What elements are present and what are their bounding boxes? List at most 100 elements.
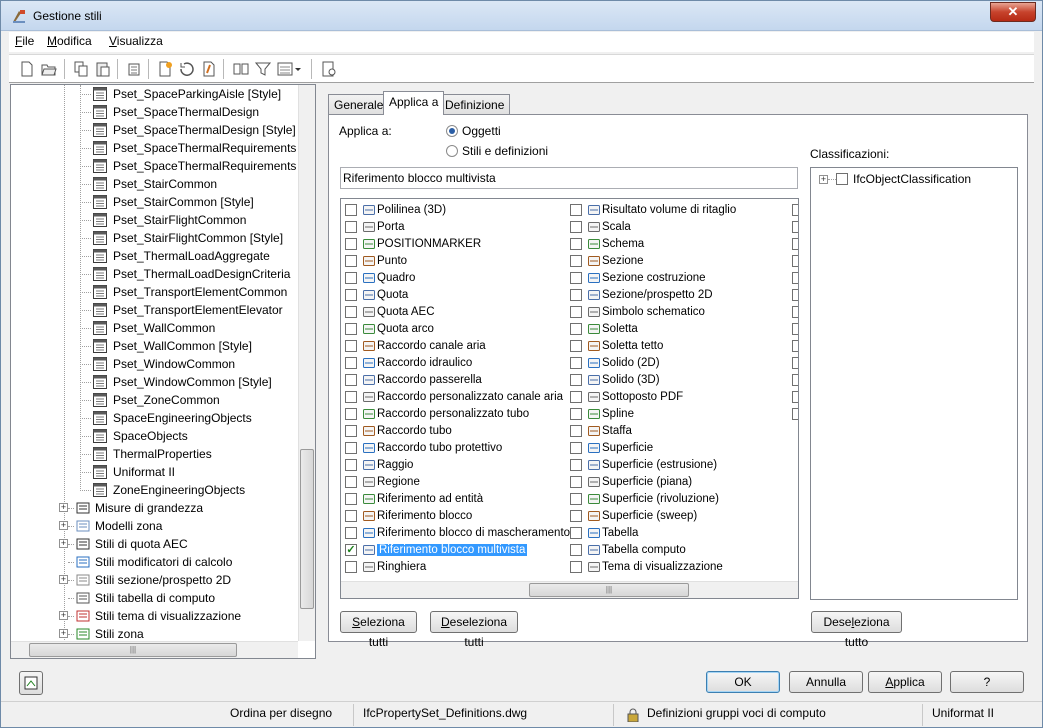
tab-generale[interactable]: Generale: [328, 94, 390, 114]
object-type-label[interactable]: Risultato volume di ritaglio: [602, 204, 736, 216]
class-expand[interactable]: +: [819, 175, 828, 184]
object-type-label[interactable]: Regione: [377, 476, 420, 488]
tree-item[interactable]: Uniformat II: [11, 463, 298, 481]
object-checkbox[interactable]: [570, 408, 582, 420]
object-type-label[interactable]: Raggio: [377, 459, 413, 471]
tree-item-label[interactable]: Pset_SpaceParkingAisle [Style]: [113, 87, 281, 101]
object-checkbox[interactable]: [345, 442, 357, 454]
object-type-label[interactable]: Riferimento ad entità: [377, 493, 483, 505]
tree-item-label[interactable]: Pset_SpaceThermalDesign: [113, 105, 259, 119]
tree-item[interactable]: Pset_StairCommon [Style]: [11, 193, 298, 211]
menu-visualizza[interactable]: Visualizza: [109, 34, 163, 48]
tree-root-label[interactable]: Stili di quota AEC: [95, 537, 188, 551]
object-type-label[interactable]: Sottoposto PDF: [602, 391, 683, 403]
object-checkbox[interactable]: [345, 204, 357, 216]
object-checkbox[interactable]: [345, 340, 357, 352]
filter-input[interactable]: Riferimento blocco multivista: [340, 167, 798, 189]
object-checkbox-partial[interactable]: [792, 408, 798, 420]
annulla-button[interactable]: Annulla: [789, 671, 863, 693]
inventory-icon[interactable]: [321, 61, 337, 77]
tree-item-label[interactable]: Pset_ThermalLoadDesignCriteria: [113, 267, 290, 281]
object-checkbox-partial[interactable]: [792, 374, 798, 386]
object-type-label[interactable]: Riferimento blocco di mascheramento: [377, 527, 570, 539]
radio-oggetti-label[interactable]: Oggetti: [462, 124, 501, 138]
object-type-label[interactable]: Raccordo personalizzato tubo: [377, 408, 529, 420]
object-checkbox[interactable]: [345, 374, 357, 386]
object-type-label[interactable]: Superficie (piana): [602, 476, 692, 488]
tree-root-label[interactable]: Stili sezione/prospetto 2D: [95, 573, 231, 587]
tree-root-label[interactable]: Stili tabella di computo: [95, 591, 215, 605]
tree-root-label[interactable]: Misure di grandezza: [95, 501, 203, 515]
object-type-label[interactable]: Solido (2D): [602, 357, 660, 369]
tree-item-label[interactable]: Pset_SpaceThermalRequirements: [113, 141, 296, 155]
tree-expand-toggle[interactable]: +: [59, 503, 68, 512]
tree-hscroll-thumb[interactable]: |||: [29, 643, 237, 657]
tree-root-label[interactable]: Stili modificatori di calcolo: [95, 555, 232, 569]
object-checkbox[interactable]: [570, 527, 582, 539]
object-checkbox-partial[interactable]: [792, 357, 798, 369]
tree-item-label[interactable]: Pset_WallCommon [Style]: [113, 339, 252, 353]
tree-item-label[interactable]: Pset_WallCommon: [113, 321, 215, 335]
object-type-label[interactable]: Raccordo idraulico: [377, 357, 472, 369]
object-checkbox[interactable]: [570, 374, 582, 386]
object-type-label[interactable]: Raccordo tubo: [377, 425, 452, 437]
object-checkbox[interactable]: [345, 289, 357, 301]
object-type-label[interactable]: Raccordo passerella: [377, 374, 482, 386]
tree-item-label[interactable]: Pset_StairCommon: [113, 177, 217, 191]
new-icon[interactable]: [19, 61, 35, 77]
object-checkbox[interactable]: [570, 221, 582, 233]
tree-expand-toggle[interactable]: +: [59, 539, 68, 548]
tree-item[interactable]: Pset_WallCommon [Style]: [11, 337, 298, 355]
object-checkbox[interactable]: [570, 493, 582, 505]
tree-item-label[interactable]: Pset_ZoneCommon: [113, 393, 220, 407]
tree-item[interactable]: SpaceObjects: [11, 427, 298, 445]
object-type-label[interactable]: Superficie (estrusione): [602, 459, 717, 471]
object-type-label[interactable]: Tabella computo: [602, 544, 686, 556]
tree-item[interactable]: Pset_ThermalLoadDesignCriteria: [11, 265, 298, 283]
object-type-label[interactable]: Soletta: [602, 323, 638, 335]
tab-applica-a[interactable]: Applica a: [383, 91, 445, 115]
tree-horizontal-scrollbar[interactable]: |||: [11, 641, 298, 658]
style-tree[interactable]: Pset_SpaceParkingAisle [Style] Pset_Space…: [10, 84, 316, 659]
object-checkbox[interactable]: [570, 425, 582, 437]
object-type-label[interactable]: Quota: [377, 289, 408, 301]
tree-item-label[interactable]: Pset_ThermalLoadAggregate: [113, 249, 270, 263]
object-checkbox-partial[interactable]: [792, 289, 798, 301]
object-type-label[interactable]: Scala: [602, 221, 631, 233]
object-type-label[interactable]: Raccordo canale aria: [377, 340, 486, 352]
object-checkbox[interactable]: [570, 357, 582, 369]
tree-item[interactable]: Pset_ZoneCommon: [11, 391, 298, 409]
tree-root-label[interactable]: Stili tema di visualizzazione: [95, 609, 241, 623]
purge-icon[interactable]: [126, 61, 142, 77]
object-checkbox[interactable]: [570, 510, 582, 522]
tree-item-label[interactable]: Pset_StairCommon [Style]: [113, 195, 254, 209]
object-type-label[interactable]: Schema: [602, 238, 644, 250]
tree-item[interactable]: Pset_SpaceParkingAisle [Style]: [11, 85, 298, 103]
object-checkbox-partial[interactable]: [792, 204, 798, 216]
object-checkbox[interactable]: [570, 442, 582, 454]
deseleziona-tutto-button[interactable]: Deseleziona tutto: [811, 611, 902, 649]
object-checkbox-partial[interactable]: [792, 255, 798, 267]
object-checkbox-partial[interactable]: [792, 323, 798, 335]
object-checkbox-partial[interactable]: [792, 391, 798, 403]
set-from-icon[interactable]: [201, 61, 217, 77]
object-type-label[interactable]: Raccordo tubo protettivo: [377, 442, 502, 454]
tree-item-label[interactable]: Pset_StairFlightCommon [Style]: [113, 231, 283, 245]
tree-expand-toggle[interactable]: +: [59, 629, 68, 638]
object-type-label[interactable]: Porta: [377, 221, 405, 233]
radio-stili[interactable]: [446, 145, 458, 157]
new-style-icon[interactable]: [157, 61, 173, 77]
object-checkbox[interactable]: [345, 323, 357, 335]
tree-item-label[interactable]: SpaceEngineeringObjects: [113, 411, 252, 425]
object-checkbox[interactable]: [570, 340, 582, 352]
tree-expand-toggle[interactable]: +: [59, 575, 68, 584]
tree-item[interactable]: SpaceEngineeringObjects: [11, 409, 298, 427]
tree-vertical-scrollbar[interactable]: [298, 85, 315, 641]
tree-item-label[interactable]: ZoneEngineeringObjects: [113, 483, 245, 497]
view-options-icon[interactable]: [277, 61, 303, 77]
object-type-label[interactable]: Superficie (rivoluzione): [602, 493, 719, 505]
object-checkbox[interactable]: [345, 425, 357, 437]
object-type-label[interactable]: Polilinea (3D): [377, 204, 446, 216]
tree-item[interactable]: Pset_WindowCommon: [11, 355, 298, 373]
object-type-label[interactable]: Superficie (sweep): [602, 510, 697, 522]
